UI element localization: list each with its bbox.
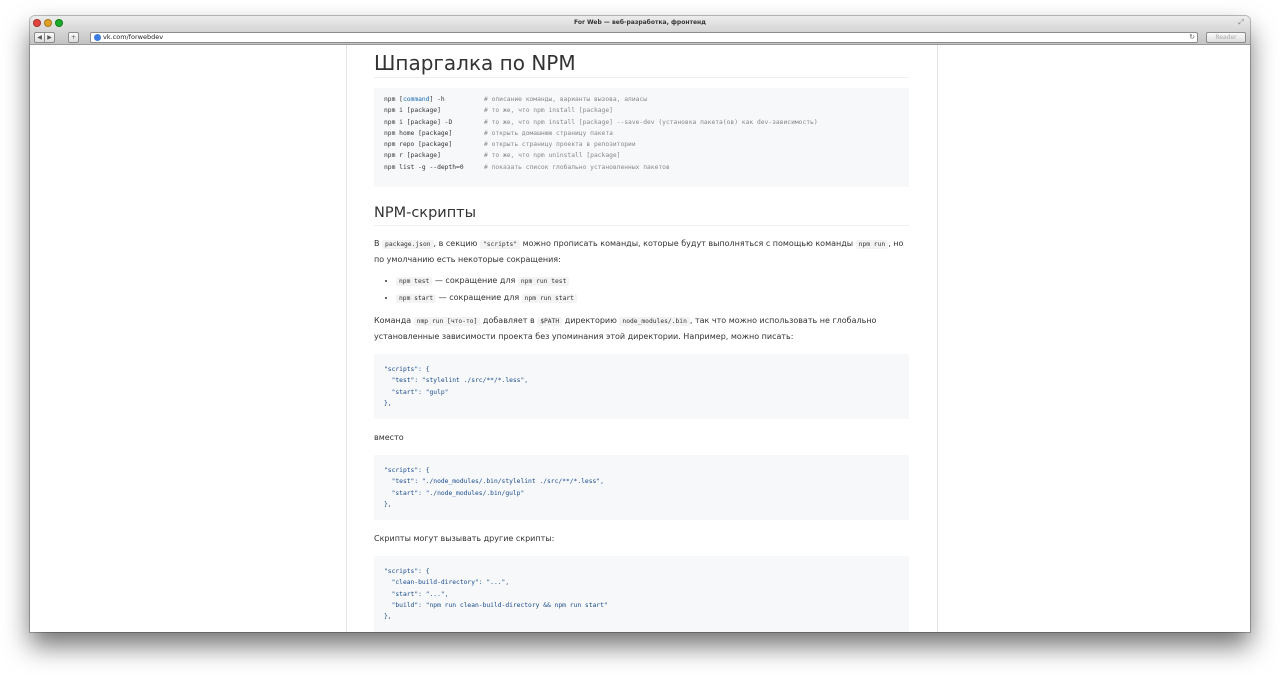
command-comment: # то же, что npm install [package] <box>484 107 613 115</box>
content-column: Шпаргалка по NPM npm [command] -h # описа… <box>346 45 938 632</box>
command-part: ] -h <box>429 96 445 103</box>
command-part: npm i [package] -D <box>384 118 453 126</box>
inline-code: nmp run [что-то] <box>413 317 481 326</box>
command-text: npm i [package] <box>384 105 484 116</box>
title-bar: For Web — веб-разработка, фронтенд ⤢ <box>30 16 1250 31</box>
page-viewport[interactable]: Шпаргалка по NPM npm [command] -h # описа… <box>30 45 1250 632</box>
command-keyword: command <box>402 96 430 103</box>
code-line: npm r [package] # то же, что npm uninstal… <box>384 150 909 161</box>
command-comment: # показать список глобально установленны… <box>484 163 670 171</box>
article: Шпаргалка по NPM npm [command] -h # описа… <box>374 45 909 632</box>
url-text: vk.com/forwebdev <box>103 33 164 41</box>
back-button[interactable]: ◀ <box>34 32 45 43</box>
command-comment: # то же, что npm uninstall [package] <box>484 152 621 160</box>
text: директорию <box>562 316 620 325</box>
command-text: npm home [package] <box>384 128 484 139</box>
inline-code: node_modules/.bin <box>619 317 690 326</box>
inline-code: npm test <box>396 277 433 286</box>
instead-code-block: "scripts": { "test": "./node_modules/.bi… <box>374 455 909 520</box>
command-comment: # то же, что npm install [package] --sav… <box>484 118 818 126</box>
code-line: "test": "stylelint ./src/**/*.less", <box>384 377 529 385</box>
code-line: "scripts": { <box>384 467 430 474</box>
command-comment: # открыть домашнюю страницу пакета <box>484 129 613 137</box>
code-line: npm i [package] -D # то же, что npm insta… <box>384 117 909 128</box>
code-line: "scripts": { <box>384 366 430 373</box>
inline-code: $PATH <box>537 317 563 326</box>
text: Команда <box>374 316 414 325</box>
command-text: npm r [package] <box>384 150 484 161</box>
path-paragraph: Команда nmp run [что-то] добавляет в $PA… <box>374 313 909 344</box>
inline-code: npm run <box>855 240 889 249</box>
browser-window: For Web — веб-разработка, фронтенд ⤢ ◀ ▶… <box>30 16 1250 632</box>
command-part: npm [ <box>384 96 403 103</box>
page-title: Шпаргалка по NPM <box>374 45 909 78</box>
code-line: "start": "./node_modules/.bin/gulp" <box>384 489 525 497</box>
scripts-code-block: "scripts": { "test": "stylelint ./src/**… <box>374 354 909 419</box>
nav-buttons: ◀ ▶ <box>34 32 55 43</box>
inline-code: npm start <box>396 294 437 303</box>
command-text: npm repo [package] <box>384 139 484 150</box>
instead-text: вместо <box>374 433 404 442</box>
code-line: }, <box>384 613 392 621</box>
code-line: "test": "./node_modules/.bin/stylelint .… <box>384 478 604 486</box>
text: можно прописать команды, которые будут в… <box>520 239 856 248</box>
command-part: npm repo [package] <box>384 141 453 149</box>
code-line: npm home [package] # открыть домашнюю стр… <box>384 128 909 139</box>
code-line: "build": "npm run clean-build-directory … <box>384 601 608 609</box>
command-comment: # описание команды, варианты вызова, али… <box>484 96 648 103</box>
code-line: npm repo [package] # открыть страницу про… <box>384 139 909 150</box>
command-part: npm list -g --depth=0 <box>384 163 464 171</box>
reader-button[interactable]: Reader <box>1206 32 1246 43</box>
cheatsheet-code-block: npm [command] -h # описание команды, вари… <box>374 88 909 187</box>
inline-code: "scripts" <box>479 240 521 249</box>
section-heading: NPM-скрипты <box>374 201 909 226</box>
text: добавляет в <box>480 316 538 325</box>
command-text: npm list -g --depth=0 <box>384 162 484 173</box>
code-line: npm i [package] # то же, что npm install … <box>384 105 909 116</box>
window-title: For Web — веб-разработка, фронтенд <box>573 19 707 26</box>
nested-scripts-paragraph: Скрипты могут вызывать другие скрипты: <box>374 534 555 543</box>
code-line: npm [command] -h # описание команды, вари… <box>384 94 909 105</box>
list-item: npm start — сокращение для npm run start <box>396 290 909 307</box>
code-line: "start": "gulp" <box>384 388 449 396</box>
browser-toolbar: ◀ ▶ + vk.com/forwebdev ↻ Reader <box>30 31 1250 45</box>
command-text: npm [command] -h <box>384 94 484 105</box>
code-line: npm list -g --depth=0 # показать список г… <box>384 162 909 173</box>
reload-icon[interactable]: ↻ <box>1189 33 1195 42</box>
text: В <box>374 239 383 248</box>
text: , в секцию <box>433 239 480 248</box>
intro-paragraph: В package.json, в секцию "scripts" можно… <box>374 236 909 267</box>
code-line: "clean-build-directory": "...", <box>384 579 510 587</box>
code-line: }, <box>384 500 392 508</box>
inline-code: npm run test <box>517 277 570 286</box>
add-bookmark-button[interactable]: + <box>68 32 79 43</box>
code-line: "scripts": { <box>384 568 430 575</box>
text: — сокращение для <box>432 276 518 285</box>
globe-icon <box>94 34 101 41</box>
code-line: "start": "...", <box>384 590 449 598</box>
command-part: npm r [package] <box>384 152 441 160</box>
fullscreen-icon[interactable]: ⤢ <box>1238 18 1244 27</box>
forward-button[interactable]: ▶ <box>45 32 55 43</box>
address-bar[interactable]: vk.com/forwebdev ↻ <box>90 32 1198 43</box>
code-line: }, <box>384 399 392 407</box>
shortcut-list: npm test — сокращение для npm run test n… <box>374 273 909 307</box>
list-item: npm test — сокращение для npm run test <box>396 273 909 290</box>
text: — сокращение для <box>436 293 522 302</box>
command-part: npm i [package] <box>384 107 441 115</box>
inline-code: npm run start <box>521 294 577 303</box>
inline-code: package.json <box>382 240 434 249</box>
command-part: npm home [package] <box>384 129 453 137</box>
nested-scripts-code-block: "scripts": { "clean-build-directory": ".… <box>374 556 909 632</box>
command-text: npm i [package] -D <box>384 117 484 128</box>
command-comment: # открыть страницу проекта в репозитории <box>484 141 636 149</box>
